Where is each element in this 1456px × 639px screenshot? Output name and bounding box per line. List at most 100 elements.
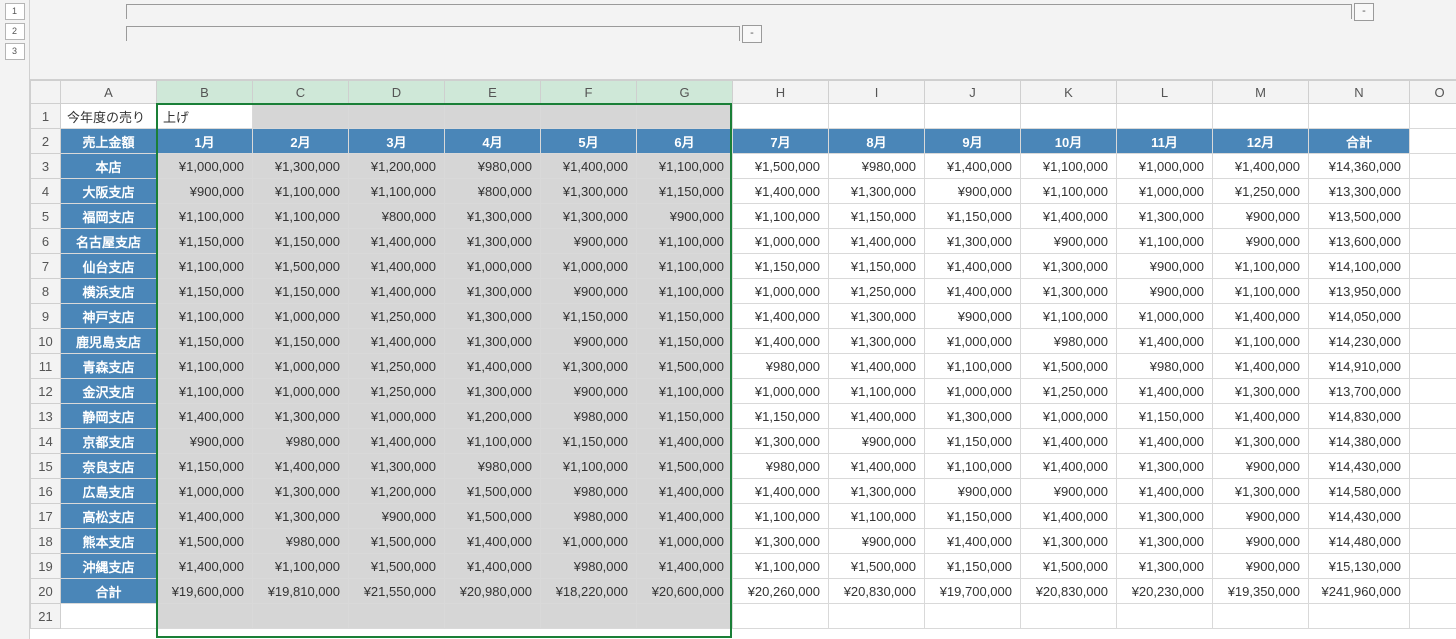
cell-r7-m6[interactable]: ¥1,100,000 xyxy=(637,254,733,279)
col-header-E[interactable]: E xyxy=(445,81,541,104)
cell-r6-total[interactable]: ¥13,600,000 xyxy=(1309,229,1410,254)
col-header-J[interactable]: J xyxy=(925,81,1021,104)
cell-r19-m1[interactable]: ¥1,400,000 xyxy=(157,554,253,579)
cell-r10-m12[interactable]: ¥1,100,000 xyxy=(1213,329,1309,354)
cell-r12-m8[interactable]: ¥1,100,000 xyxy=(829,379,925,404)
header-month-1[interactable]: 1月 xyxy=(157,129,253,154)
cell-r19-total[interactable]: ¥15,130,000 xyxy=(1309,554,1410,579)
cell-r7-m3[interactable]: ¥1,400,000 xyxy=(349,254,445,279)
cell-r19-m3[interactable]: ¥1,500,000 xyxy=(349,554,445,579)
cell-O3[interactable] xyxy=(1410,154,1456,179)
cell-r15-total[interactable]: ¥14,430,000 xyxy=(1309,454,1410,479)
cell-r11-m11[interactable]: ¥980,000 xyxy=(1117,354,1213,379)
cell-r13-m10[interactable]: ¥1,000,000 xyxy=(1021,404,1117,429)
cell-r12-total[interactable]: ¥13,700,000 xyxy=(1309,379,1410,404)
cell-r10-m4[interactable]: ¥1,300,000 xyxy=(445,329,541,354)
cell-r16-m7[interactable]: ¥1,400,000 xyxy=(733,479,829,504)
cell-r15-m3[interactable]: ¥1,300,000 xyxy=(349,454,445,479)
cell-r19-m12[interactable]: ¥900,000 xyxy=(1213,554,1309,579)
row-header-11[interactable]: 11 xyxy=(31,354,61,379)
outline-level-1[interactable]: 1 xyxy=(5,3,25,20)
cell-r11-total[interactable]: ¥14,910,000 xyxy=(1309,354,1410,379)
row-header-2[interactable]: 2 xyxy=(31,129,61,154)
cell-r11-m4[interactable]: ¥1,400,000 xyxy=(445,354,541,379)
row-header-8[interactable]: 8 xyxy=(31,279,61,304)
cell-r9-m8[interactable]: ¥1,300,000 xyxy=(829,304,925,329)
cell-r11-m9[interactable]: ¥1,100,000 xyxy=(925,354,1021,379)
cell-r12-m3[interactable]: ¥1,250,000 xyxy=(349,379,445,404)
cell-r7-m12[interactable]: ¥1,100,000 xyxy=(1213,254,1309,279)
cell-r14-m10[interactable]: ¥1,400,000 xyxy=(1021,429,1117,454)
cell-r13-m5[interactable]: ¥980,000 xyxy=(541,404,637,429)
cell-J1[interactable] xyxy=(925,104,1021,129)
cell-N21[interactable] xyxy=(1309,604,1410,629)
cell-r8-m4[interactable]: ¥1,300,000 xyxy=(445,279,541,304)
cell-K21[interactable] xyxy=(1021,604,1117,629)
cell-r15-m5[interactable]: ¥1,100,000 xyxy=(541,454,637,479)
cell-r3-m7[interactable]: ¥1,500,000 xyxy=(733,154,829,179)
cell-r4-m10[interactable]: ¥1,100,000 xyxy=(1021,179,1117,204)
cell-r15-m2[interactable]: ¥1,400,000 xyxy=(253,454,349,479)
cell-r5-m3[interactable]: ¥800,000 xyxy=(349,204,445,229)
row-header-15[interactable]: 15 xyxy=(31,454,61,479)
cell-r16-m11[interactable]: ¥1,400,000 xyxy=(1117,479,1213,504)
rowlabel-0[interactable]: 本店 xyxy=(61,154,157,179)
col-header-N[interactable]: N xyxy=(1309,81,1410,104)
cell-r17-m10[interactable]: ¥1,400,000 xyxy=(1021,504,1117,529)
cell-r3-m4[interactable]: ¥980,000 xyxy=(445,154,541,179)
cell-r3-m1[interactable]: ¥1,000,000 xyxy=(157,154,253,179)
cell-r17-m8[interactable]: ¥1,100,000 xyxy=(829,504,925,529)
cell-r11-m10[interactable]: ¥1,500,000 xyxy=(1021,354,1117,379)
cell-r3-m9[interactable]: ¥1,400,000 xyxy=(925,154,1021,179)
cell-r19-m6[interactable]: ¥1,400,000 xyxy=(637,554,733,579)
cell-r14-m12[interactable]: ¥1,300,000 xyxy=(1213,429,1309,454)
cell-r4-m2[interactable]: ¥1,100,000 xyxy=(253,179,349,204)
cell-L21[interactable] xyxy=(1117,604,1213,629)
row-header-16[interactable]: 16 xyxy=(31,479,61,504)
cell-r5-m11[interactable]: ¥1,300,000 xyxy=(1117,204,1213,229)
cell-r15-m1[interactable]: ¥1,150,000 xyxy=(157,454,253,479)
row-header-21[interactable]: 21 xyxy=(31,604,61,629)
rowlabel-3[interactable]: 名古屋支店 xyxy=(61,229,157,254)
row-header-19[interactable]: 19 xyxy=(31,554,61,579)
cell-B21[interactable] xyxy=(157,604,253,629)
total-6[interactable]: ¥20,600,000 xyxy=(637,579,733,604)
cell-r6-m9[interactable]: ¥1,300,000 xyxy=(925,229,1021,254)
cell-r5-m12[interactable]: ¥900,000 xyxy=(1213,204,1309,229)
cell-r15-m11[interactable]: ¥1,300,000 xyxy=(1117,454,1213,479)
cell-r14-m5[interactable]: ¥1,150,000 xyxy=(541,429,637,454)
total-9[interactable]: ¥19,700,000 xyxy=(925,579,1021,604)
cell-r10-m11[interactable]: ¥1,400,000 xyxy=(1117,329,1213,354)
header-month-7[interactable]: 7月 xyxy=(733,129,829,154)
cell-r3-m12[interactable]: ¥1,400,000 xyxy=(1213,154,1309,179)
row-header-4[interactable]: 4 xyxy=(31,179,61,204)
total-8[interactable]: ¥20,830,000 xyxy=(829,579,925,604)
cell-r4-m8[interactable]: ¥1,300,000 xyxy=(829,179,925,204)
outline-level-3[interactable]: 3 xyxy=(5,43,25,60)
cell-E1[interactable] xyxy=(445,104,541,129)
cell-O2[interactable] xyxy=(1410,129,1456,154)
cell-r10-m10[interactable]: ¥980,000 xyxy=(1021,329,1117,354)
cell-O7[interactable] xyxy=(1410,254,1456,279)
total-1[interactable]: ¥19,600,000 xyxy=(157,579,253,604)
total-12[interactable]: ¥19,350,000 xyxy=(1213,579,1309,604)
col-header-F[interactable]: F xyxy=(541,81,637,104)
cell-r8-m12[interactable]: ¥1,100,000 xyxy=(1213,279,1309,304)
cell-r9-m10[interactable]: ¥1,100,000 xyxy=(1021,304,1117,329)
col-header-L[interactable]: L xyxy=(1117,81,1213,104)
cell-r19-m11[interactable]: ¥1,300,000 xyxy=(1117,554,1213,579)
cell-r15-m6[interactable]: ¥1,500,000 xyxy=(637,454,733,479)
cell-O4[interactable] xyxy=(1410,179,1456,204)
cell-O8[interactable] xyxy=(1410,279,1456,304)
cell-r14-m1[interactable]: ¥900,000 xyxy=(157,429,253,454)
rowlabel-1[interactable]: 大阪支店 xyxy=(61,179,157,204)
rowlabel-5[interactable]: 横浜支店 xyxy=(61,279,157,304)
cell-r7-m11[interactable]: ¥900,000 xyxy=(1117,254,1213,279)
cell-r18-m12[interactable]: ¥900,000 xyxy=(1213,529,1309,554)
cell-O9[interactable] xyxy=(1410,304,1456,329)
cell-r7-m10[interactable]: ¥1,300,000 xyxy=(1021,254,1117,279)
cell-r12-m1[interactable]: ¥1,100,000 xyxy=(157,379,253,404)
cell-E21[interactable] xyxy=(445,604,541,629)
cell-r14-m3[interactable]: ¥1,400,000 xyxy=(349,429,445,454)
cell-M21[interactable] xyxy=(1213,604,1309,629)
